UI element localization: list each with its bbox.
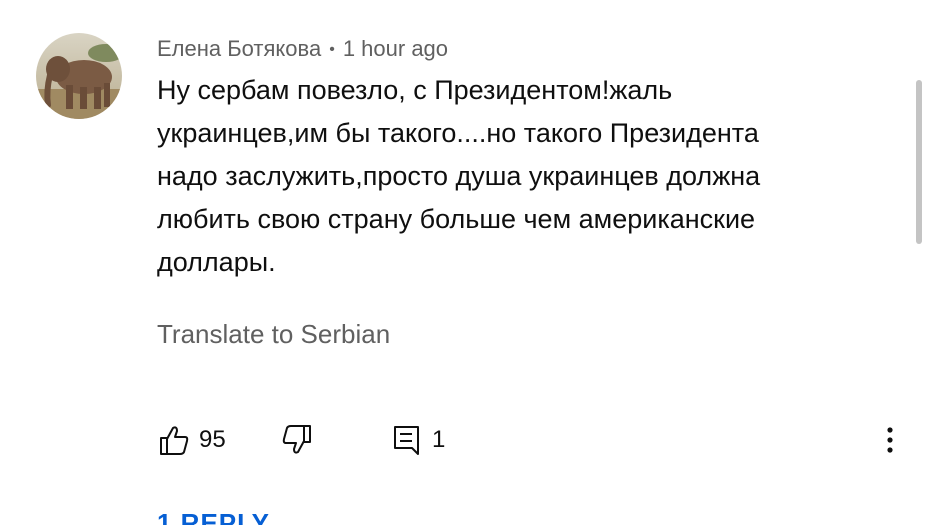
meta-separator: • bbox=[329, 41, 335, 58]
comment-actions: 95 1 bbox=[0, 420, 930, 460]
translate-link[interactable]: Translate to Serbian bbox=[157, 314, 390, 354]
reply-count: 1 bbox=[432, 426, 446, 453]
view-replies-button[interactable]: 1 REPLY bbox=[157, 508, 270, 525]
reply-button[interactable]: 1 bbox=[390, 420, 445, 460]
author-name[interactable]: Елена Ботякова bbox=[157, 36, 321, 61]
elephant-avatar-icon bbox=[36, 33, 122, 119]
reply-comment-icon bbox=[394, 426, 419, 455]
thumb-up-icon bbox=[160, 426, 189, 455]
scrollbar-thumb[interactable] bbox=[916, 80, 922, 244]
comment-meta: Елена Ботякова • 1 hour ago bbox=[157, 34, 448, 65]
comment-timestamp[interactable]: 1 hour ago bbox=[343, 36, 448, 61]
avatar[interactable] bbox=[36, 33, 122, 119]
like-count: 95 bbox=[199, 426, 226, 453]
more-vertical-icon bbox=[887, 427, 893, 453]
comment-text: Ну сербам повезло, с Президентом!жаль ук… bbox=[157, 75, 761, 277]
more-actions-button[interactable] bbox=[880, 420, 900, 460]
like-button[interactable]: 95 bbox=[157, 420, 226, 460]
dislike-button[interactable] bbox=[280, 420, 314, 460]
thumb-down-icon bbox=[282, 425, 311, 454]
